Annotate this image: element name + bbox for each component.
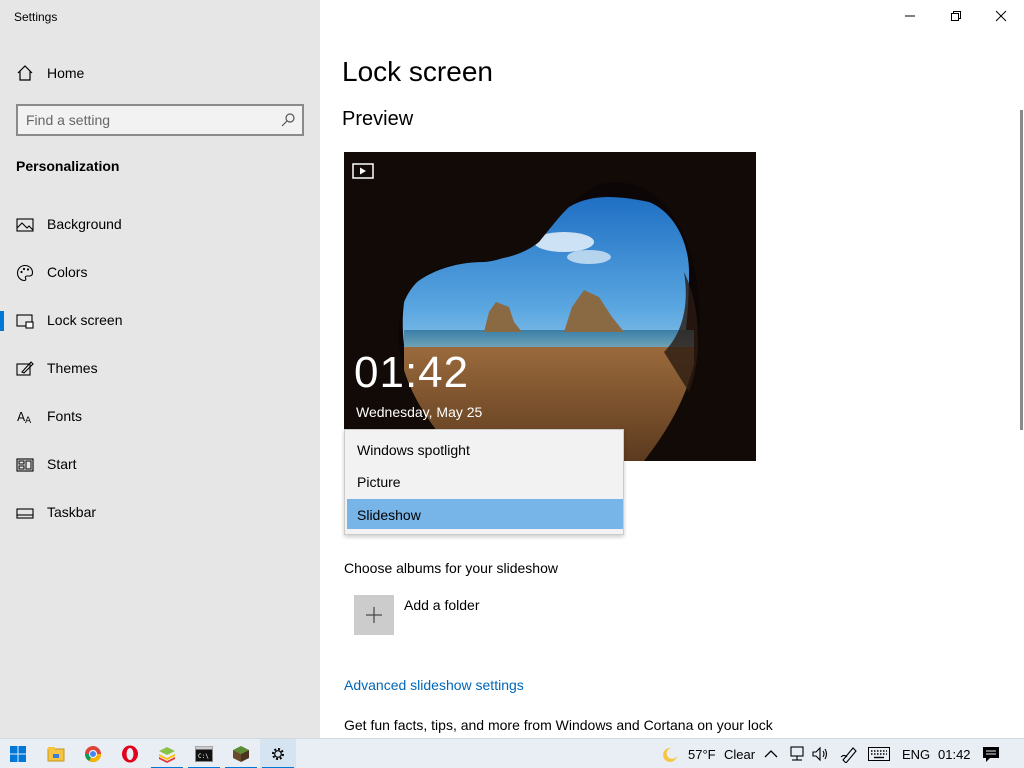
windows-logo-icon <box>10 746 26 762</box>
action-center-icon[interactable] <box>982 745 1000 763</box>
search-icon[interactable] <box>280 112 296 128</box>
sidebar-item-fonts[interactable]: A A Fonts <box>0 397 320 437</box>
touch-keyboard-icon[interactable] <box>868 747 890 761</box>
main-content: Lock screen Preview 01:42 Wednesday, May… <box>320 0 1024 738</box>
fonts-icon: A A <box>17 410 32 426</box>
lock-screen-icon <box>16 314 34 329</box>
fun-facts-text: Get fun facts, tips, and more from Windo… <box>344 717 773 733</box>
plus-icon <box>366 607 382 623</box>
section-title: Personalization <box>16 158 120 174</box>
sidebar: Settings Home Personalization Background… <box>0 0 320 738</box>
pen-workspace-icon[interactable] <box>840 745 858 763</box>
sidebar-item-label: Taskbar <box>47 504 97 520</box>
lock-screen-preview: 01:42 Wednesday, May 25 <box>344 152 756 461</box>
search-input[interactable] <box>26 111 266 129</box>
minecraft-button[interactable] <box>223 739 259 768</box>
option-picture[interactable]: Picture <box>347 466 623 496</box>
minimize-button[interactable] <box>887 0 933 32</box>
sidebar-item-label: Start <box>47 456 77 472</box>
sidebar-item-label: Home <box>47 65 85 81</box>
sidebar-item-lock-screen[interactable]: Lock screen <box>0 301 320 341</box>
sidebar-item-label: Fonts <box>47 408 83 424</box>
picture-icon <box>16 218 34 232</box>
advanced-slideshow-link[interactable]: Advanced slideshow settings <box>344 677 524 693</box>
chrome-button[interactable] <box>75 739 111 768</box>
settings-icon <box>272 748 284 760</box>
background-dropdown-list[interactable]: Windows spotlight Picture Slideshow <box>344 429 624 535</box>
weather-temp[interactable]: 57°F <box>688 747 716 762</box>
file-explorer-icon <box>47 747 65 762</box>
weather-condition[interactable]: Clear <box>724 747 755 762</box>
chevron-up-icon[interactable] <box>764 748 778 760</box>
palette-icon <box>16 264 34 282</box>
svg-text:C:\: C:\ <box>198 753 209 760</box>
page-title: Lock screen <box>342 56 493 87</box>
weather-moon-icon[interactable] <box>660 746 678 762</box>
restore-icon <box>951 11 961 21</box>
preview-clock: 01:42 <box>354 348 470 397</box>
command-prompt-icon: C:\ <box>195 746 213 762</box>
option-windows-spotlight[interactable]: Windows spotlight <box>347 434 623 464</box>
albums-label: Choose albums for your slideshow <box>344 560 558 576</box>
home-icon <box>17 65 33 81</box>
add-folder-label[interactable]: Add a folder <box>404 597 480 613</box>
taskbar-clock[interactable]: 01:42 <box>938 747 971 762</box>
search-box[interactable] <box>16 104 304 136</box>
start-button[interactable] <box>0 739 36 768</box>
bluestacks-icon <box>159 747 175 763</box>
chrome-icon <box>84 746 102 763</box>
sidebar-item-home[interactable]: Home <box>0 58 320 88</box>
file-explorer-button[interactable] <box>38 739 74 768</box>
start-icon <box>16 458 34 472</box>
sidebar-item-label: Lock screen <box>47 312 123 328</box>
sidebar-item-label: Background <box>47 216 122 232</box>
preview-date: Wednesday, May 25 <box>356 404 483 420</box>
themes-icon <box>16 361 34 376</box>
restore-button[interactable] <box>933 0 979 32</box>
taskbar-icon <box>16 508 34 519</box>
language-indicator[interactable]: ENG <box>902 747 930 762</box>
close-icon <box>995 10 1007 22</box>
opera-button[interactable] <box>112 739 148 768</box>
preview-heading: Preview <box>342 108 414 130</box>
minecraft-icon <box>233 746 249 762</box>
sidebar-item-taskbar[interactable]: Taskbar <box>0 493 320 533</box>
add-folder-button[interactable] <box>354 595 394 635</box>
command-prompt-button[interactable]: C:\ <box>186 739 222 768</box>
sidebar-item-label: Themes <box>47 360 98 376</box>
close-button[interactable] <box>978 0 1024 32</box>
network-icon[interactable] <box>788 746 806 762</box>
svg-text:A: A <box>25 416 32 426</box>
settings-taskbar-button[interactable] <box>260 739 296 768</box>
volume-icon[interactable] <box>812 746 830 762</box>
sidebar-item-label: Colors <box>47 264 88 280</box>
sidebar-item-colors[interactable]: Colors <box>0 253 320 293</box>
option-slideshow[interactable]: Slideshow <box>347 499 623 529</box>
taskbar: C:\ 57°F Clear ENG 01:42 <box>0 738 1024 768</box>
opera-icon <box>122 745 138 763</box>
sidebar-item-background[interactable]: Background <box>0 205 320 245</box>
slideshow-icon <box>352 163 374 179</box>
sidebar-item-themes[interactable]: Themes <box>0 349 320 389</box>
sidebar-item-start[interactable]: Start <box>0 445 320 485</box>
app-title: Settings <box>14 10 58 24</box>
bluestacks-button[interactable] <box>149 739 185 768</box>
scrollbar[interactable] <box>1020 110 1023 430</box>
minimize-icon <box>905 15 915 17</box>
